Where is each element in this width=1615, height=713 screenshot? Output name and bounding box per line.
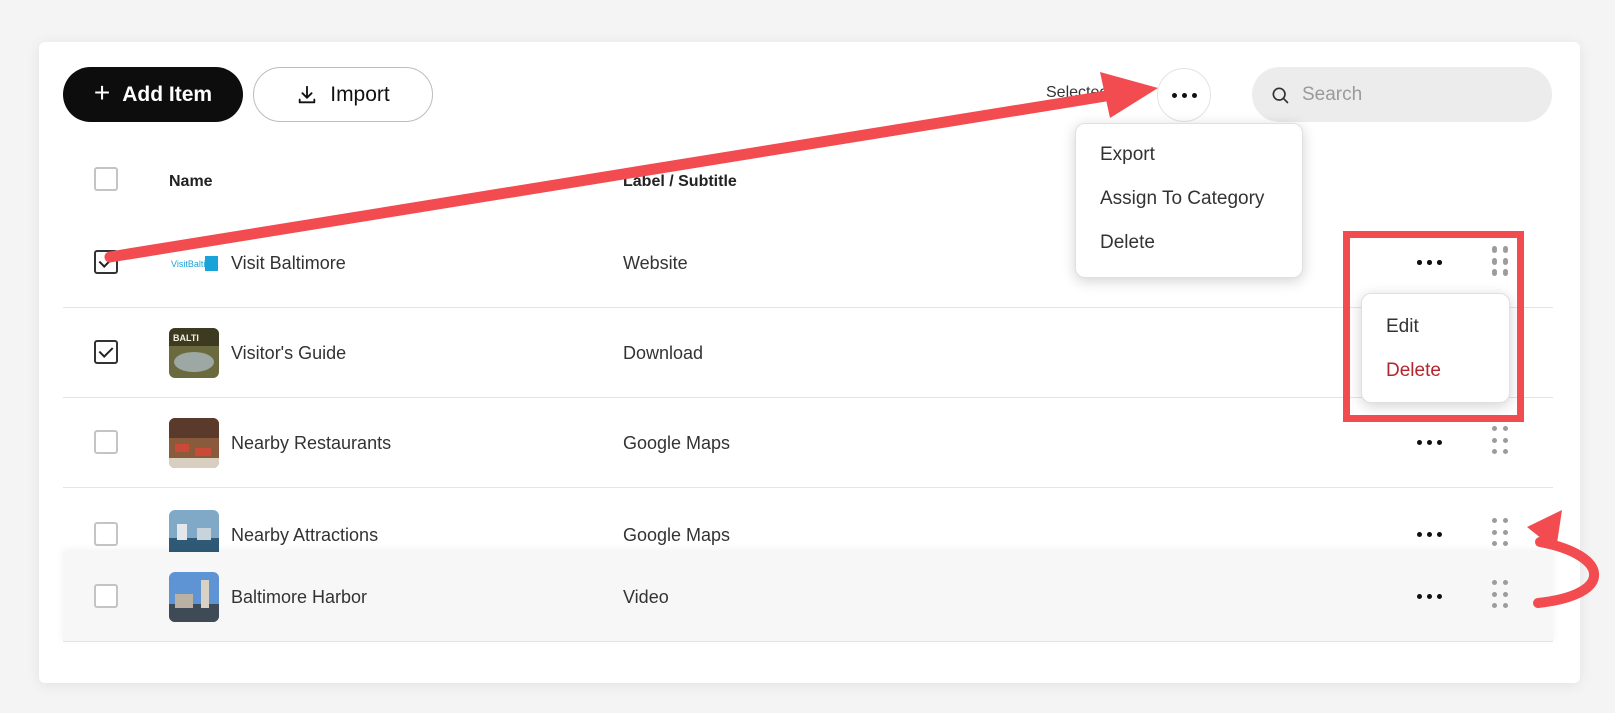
download-icon [298, 85, 316, 103]
row-label: Google Maps [623, 433, 731, 453]
drag-handle-icon[interactable] [1492, 248, 1510, 278]
menu-item-edit[interactable]: Edit [1386, 316, 1419, 338]
row-checkbox[interactable] [94, 430, 118, 454]
menu-item-assign-category[interactable]: Assign To Category [1100, 188, 1264, 210]
more-horizontal-icon [1417, 594, 1442, 599]
add-item-button[interactable]: + Add Item [63, 67, 243, 122]
row-name: Nearby Restaurants [231, 433, 392, 453]
drag-handle-icon[interactable] [1492, 580, 1510, 610]
menu-item-delete-row[interactable]: Delete [1386, 360, 1441, 382]
svg-text:VisitBalti: VisitBalti [171, 259, 205, 269]
bulk-actions-button[interactable] [1157, 68, 1211, 122]
column-header-label: Label / Subtitle [623, 173, 737, 190]
row-thumbnail [169, 572, 219, 622]
more-horizontal-icon [1417, 532, 1442, 537]
row-label: Video [623, 587, 669, 607]
table-row[interactable]: VisitBalti Visit Baltimore Website [63, 218, 1553, 308]
row-more-button[interactable] [1415, 530, 1444, 539]
row-actions-menu: Edit Delete [1361, 293, 1510, 403]
row-checkbox[interactable] [94, 250, 118, 274]
more-horizontal-icon [1417, 440, 1442, 445]
row-name: Nearby Attractions [231, 525, 379, 545]
drag-handle-icon[interactable] [1492, 518, 1510, 548]
row-thumbnail [169, 418, 219, 468]
import-button[interactable]: Import [253, 67, 433, 122]
more-horizontal-icon [1171, 92, 1197, 98]
row-name: Visit Baltimore [231, 253, 346, 273]
search-box[interactable] [1252, 67, 1552, 122]
bulk-actions-menu: Export Assign To Category Delete [1075, 123, 1303, 278]
import-label: Import [330, 82, 390, 106]
row-name: Baltimore Harbor [231, 587, 368, 607]
selected-count-label: Selected [1046, 84, 1109, 101]
menu-item-delete[interactable]: Delete [1100, 232, 1155, 254]
row-name: Visitor's Guide [231, 343, 347, 363]
table-row-dragging[interactable]: Baltimore Harbor Video [63, 552, 1553, 642]
row-thumbnail: VisitBalti [169, 238, 219, 288]
row-checkbox[interactable] [94, 340, 118, 364]
table-row[interactable]: Nearby Restaurants Google Maps [63, 398, 1553, 488]
row-label: Download [623, 343, 704, 363]
column-header-name: Name [169, 173, 213, 190]
menu-item-export[interactable]: Export [1100, 144, 1155, 166]
drag-handle-icon[interactable] [1492, 426, 1510, 456]
search-icon [1272, 87, 1289, 103]
select-all-checkbox[interactable] [94, 167, 118, 191]
row-label: Website [623, 253, 688, 273]
row-label: Google Maps [623, 525, 731, 545]
svg-text:BALTI: BALTI [173, 333, 199, 343]
search-input[interactable] [1302, 83, 1522, 106]
row-checkbox[interactable] [94, 584, 118, 608]
row-more-button[interactable] [1415, 438, 1444, 447]
add-item-label: Add Item [122, 82, 213, 106]
table-row[interactable]: BALTI Visitor's Guide Download [63, 308, 1553, 398]
row-more-button[interactable] [1415, 592, 1444, 601]
row-thumbnail: BALTI [169, 328, 219, 378]
plus-icon: + [93, 77, 111, 108]
row-checkbox[interactable] [94, 522, 118, 546]
more-horizontal-icon[interactable] [1417, 260, 1442, 265]
